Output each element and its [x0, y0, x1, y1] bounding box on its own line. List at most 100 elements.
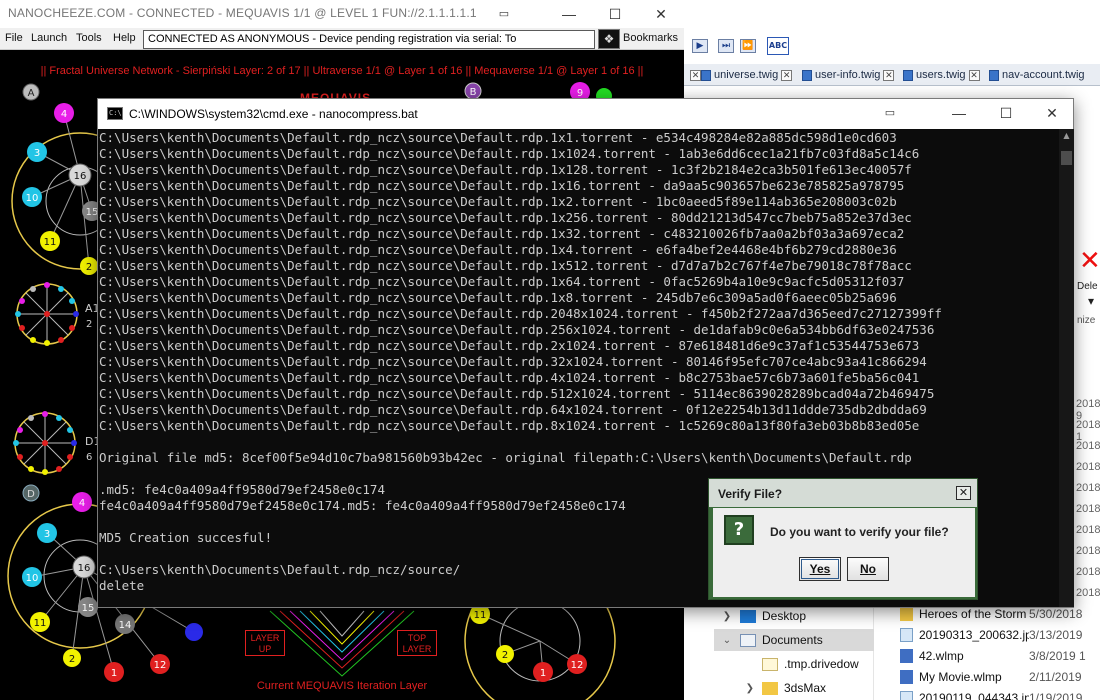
menu-launch[interactable]: Launch [31, 32, 67, 44]
layer-up-button[interactable]: LAYER UP [245, 630, 285, 656]
node-16[interactable]: 16 [68, 163, 92, 187]
ribbon-delete-label[interactable]: Dele [1077, 281, 1098, 292]
node-blue[interactable] [185, 623, 203, 641]
node-4[interactable]: 4 [54, 103, 74, 123]
node-16[interactable]: 16 [72, 555, 96, 579]
debug-icon[interactable]: ⏩ [740, 39, 756, 53]
node-1[interactable]: 1 [533, 662, 553, 682]
tab-label: user-info.twig [815, 69, 881, 81]
node-12[interactable]: 12 [567, 654, 587, 674]
node-b[interactable]: B [464, 82, 482, 100]
file-icon [802, 69, 812, 81]
app-titlebar: NANOCHEEZE.COM - CONNECTED - MEQUAVIS 1/… [0, 0, 684, 28]
documents-icon [740, 633, 756, 647]
cmd-minimize-button[interactable]: — [936, 99, 982, 127]
chevron-right-icon[interactable]: ❯ [714, 611, 740, 622]
node-2[interactable]: 2 [496, 645, 514, 663]
file-date: 2018 [1076, 461, 1100, 473]
delete-icon[interactable]: ✕ [1079, 246, 1100, 276]
file-icon [903, 69, 913, 81]
spellcheck-icon[interactable]: ABC [767, 37, 789, 55]
tab-user-info-twig[interactable]: user-info.twig ✕ [802, 66, 895, 84]
close-tab-icon[interactable]: ✕ [883, 69, 895, 81]
app-window-icon[interactable]: ▭ [481, 0, 527, 28]
chevron-down-icon[interactable]: ⌄ [714, 635, 740, 646]
top-layer-button[interactable]: TOP LAYER [397, 630, 437, 656]
no-button[interactable]: No [847, 557, 889, 581]
close-tab-icon[interactable]: ✕ [690, 69, 701, 81]
mini-wheel-d1-sub: 6 [86, 452, 92, 463]
node-d[interactable]: D [22, 484, 40, 502]
file-date: 1/19/2019 [1029, 691, 1083, 700]
file-date: 2018 [1076, 566, 1100, 578]
menu-tools[interactable]: Tools [76, 32, 102, 44]
file-row[interactable]: 20190119_044343.jpg 1/19/2019 [892, 688, 1100, 700]
step-icon[interactable]: ⏭ [718, 39, 734, 53]
minimize-button[interactable]: — [546, 0, 592, 28]
node-3[interactable]: 3 [27, 142, 47, 162]
scrollbar-thumb[interactable] [1061, 151, 1072, 165]
file-name: 20190313_200632.jpg [919, 628, 1029, 642]
cmd-window-icon[interactable]: ▭ [867, 99, 913, 127]
mini-wheel-d1[interactable] [13, 411, 77, 475]
node-3[interactable]: 3 [37, 523, 57, 543]
mini-wheel-a1[interactable] [15, 282, 79, 346]
nav-label: Documents [762, 633, 823, 647]
cmd-line: C:\Users\kenth\Documents\Default.rdp_ncz… [99, 274, 905, 289]
node-2[interactable]: 2 [80, 257, 98, 275]
node-10[interactable]: 10 [22, 187, 42, 207]
nav-item-documents[interactable]: ⌄ Documents [714, 629, 874, 651]
dialog-titlebar[interactable]: Verify File? ✕ [709, 479, 977, 507]
tab-users-twig[interactable]: users.twig ✕ [903, 66, 980, 84]
node-4[interactable]: 4 [72, 492, 92, 512]
cmd-titlebar[interactable]: C:\ C:\WINDOWS\system32\cmd.exe - nanoco… [98, 99, 1073, 129]
node-11[interactable]: 11 [30, 612, 50, 632]
yes-button[interactable]: Yes [799, 557, 841, 581]
tab-universe-twig[interactable]: universe.twig ✕ [701, 66, 793, 84]
node-14[interactable]: 14 [115, 614, 135, 634]
bookmarks-icon[interactable]: ❖ [598, 29, 620, 49]
dialog-close-button[interactable]: ✕ [956, 486, 971, 500]
nav-label: 3dsMax [784, 681, 827, 695]
svg-text:2: 2 [502, 650, 508, 661]
cmd-close-button[interactable]: ✕ [1029, 99, 1075, 127]
chevron-right-icon[interactable]: ❯ [714, 683, 762, 694]
file-date: 2018 [1076, 545, 1100, 557]
node-a[interactable]: A [22, 83, 40, 101]
file-row[interactable]: 42.wlmp 3/8/2019 1 [892, 646, 1100, 666]
connection-status-field[interactable]: CONNECTED AS ANONYMOUS - Device pending … [143, 30, 595, 49]
maximize-button[interactable]: ☐ [592, 0, 638, 28]
nav-item-3dsmax[interactable]: ❯ 3dsMax [714, 677, 874, 699]
cmd-scrollbar[interactable]: ▲ [1059, 129, 1074, 607]
close-button[interactable]: ✕ [638, 0, 684, 28]
bookmarks-button[interactable]: Bookmarks [623, 32, 678, 44]
cmd-line: C:\Users\kenth\Documents\Default.rdp_ncz… [99, 322, 935, 337]
file-row[interactable]: 20190313_200632.jpg 3/13/2019 [892, 625, 1100, 645]
node-15[interactable]: 15 [78, 597, 98, 617]
close-tab-icon[interactable]: ✕ [968, 69, 980, 81]
cmd-maximize-button[interactable]: ☐ [983, 99, 1029, 127]
scroll-up-icon[interactable]: ▲ [1059, 131, 1074, 140]
node-1[interactable]: 1 [104, 662, 124, 682]
menu-file[interactable]: File [5, 32, 23, 44]
run-icon[interactable]: ▶ [692, 39, 708, 53]
close-tab-icon[interactable]: ✕ [781, 69, 793, 81]
menu-help[interactable]: Help [113, 32, 136, 44]
node-12[interactable]: 12 [150, 654, 170, 674]
node-11[interactable]: 11 [40, 231, 60, 251]
no-label: No [860, 562, 876, 576]
node-2[interactable]: 2 [63, 649, 81, 667]
nav-item-tmp-drivedow[interactable]: .tmp.drivedow [714, 653, 874, 675]
file-row[interactable]: My Movie.wlmp 2/11/2019 [892, 667, 1100, 687]
node-10[interactable]: 10 [22, 567, 42, 587]
mini-wheel-a1-sub: 2 [86, 319, 92, 330]
yes-label: Yes [809, 562, 831, 576]
tab-universe-twig[interactable]: ✕ [690, 66, 701, 84]
dropdown-arrow-icon[interactable]: ▾ [1088, 294, 1094, 308]
file-date: 2018 [1076, 482, 1100, 494]
tab-nav-account-twig[interactable]: nav-account.twig [989, 66, 1085, 84]
app-title: NANOCHEEZE.COM - CONNECTED - MEQUAVIS 1/… [8, 6, 477, 20]
svg-text:10: 10 [26, 193, 39, 204]
tab-label: universe.twig [714, 69, 779, 81]
nav-item-desktop[interactable]: ❯ Desktop [714, 605, 874, 627]
